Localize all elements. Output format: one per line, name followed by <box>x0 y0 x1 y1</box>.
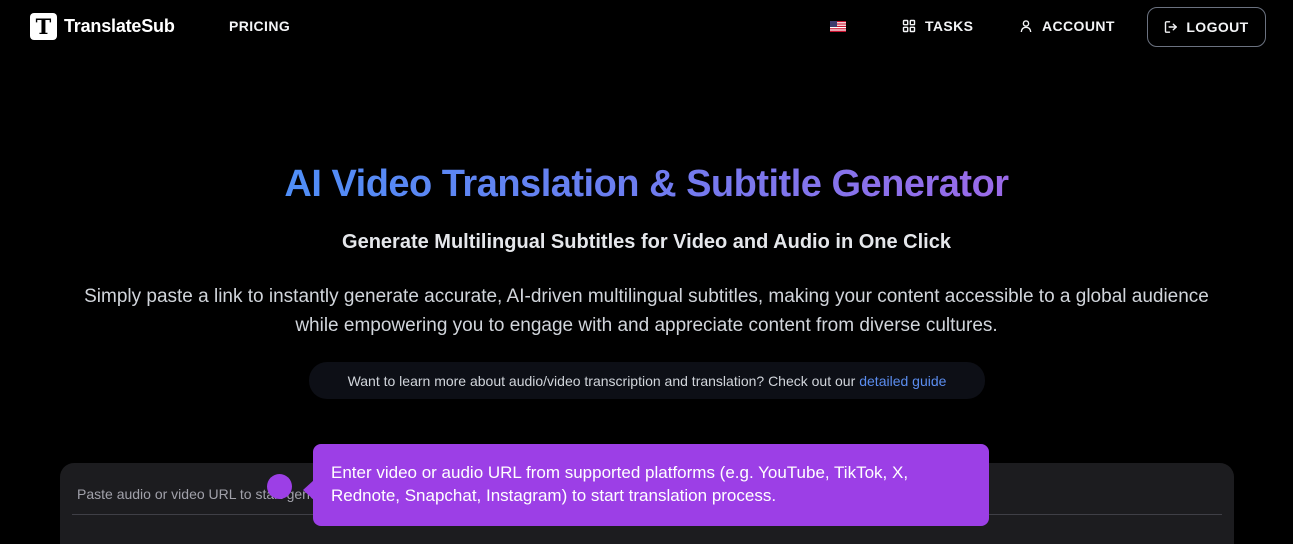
page-title: AI Video Translation & Subtitle Generato… <box>0 160 1293 208</box>
page-title-text: AI Video Translation & Subtitle Generato… <box>284 163 1009 205</box>
onboarding-tooltip: Enter video or audio URL from supported … <box>303 444 989 526</box>
logo[interactable]: T TranslateSub <box>30 13 175 40</box>
guide-banner: Want to learn more about audio/video tra… <box>309 362 985 399</box>
logout-label: LOGOUT <box>1186 19 1249 35</box>
us-flag-icon[interactable] <box>830 21 846 32</box>
nav-account-link[interactable]: ACCOUNT <box>1019 18 1115 34</box>
logo-text: TranslateSub <box>64 16 175 36</box>
nav-account-label: ACCOUNT <box>1042 18 1115 34</box>
hero-description-line-2: while empowering you to engage with and … <box>295 315 998 336</box>
nav-tasks-link[interactable]: TASKS <box>902 18 973 34</box>
nav-pricing-label: PRICING <box>229 18 291 34</box>
tooltip-line-1: Enter video or audio URL from supported … <box>331 463 909 482</box>
grid-icon <box>902 19 916 33</box>
tooltip-line-2: Rednote, Snapchat, Instagram) to start t… <box>331 486 777 505</box>
page-subtitle: Generate Multilingual Subtitles for Vide… <box>342 231 951 253</box>
page: T TranslateSub PRICING TASKS ACCOUNT LOG… <box>0 0 1293 544</box>
guide-text: Want to learn more about audio/video tra… <box>347 372 856 389</box>
tooltip-beacon[interactable] <box>267 474 292 499</box>
logo-mark-icon: T <box>30 13 57 40</box>
top-navbar: T TranslateSub PRICING TASKS ACCOUNT LOG… <box>0 0 1293 54</box>
hero-description-line-1: Simply paste a link to instantly generat… <box>84 286 1209 307</box>
hero-description: Simply paste a link to instantly generat… <box>60 282 1233 340</box>
detailed-guide-link[interactable]: detailed guide <box>859 373 946 389</box>
nav-tasks-label: TASKS <box>925 18 974 34</box>
logout-button[interactable]: LOGOUT <box>1147 7 1266 47</box>
user-icon <box>1019 19 1033 33</box>
logout-icon <box>1164 20 1178 34</box>
nav-pricing-link[interactable]: PRICING <box>229 18 290 34</box>
